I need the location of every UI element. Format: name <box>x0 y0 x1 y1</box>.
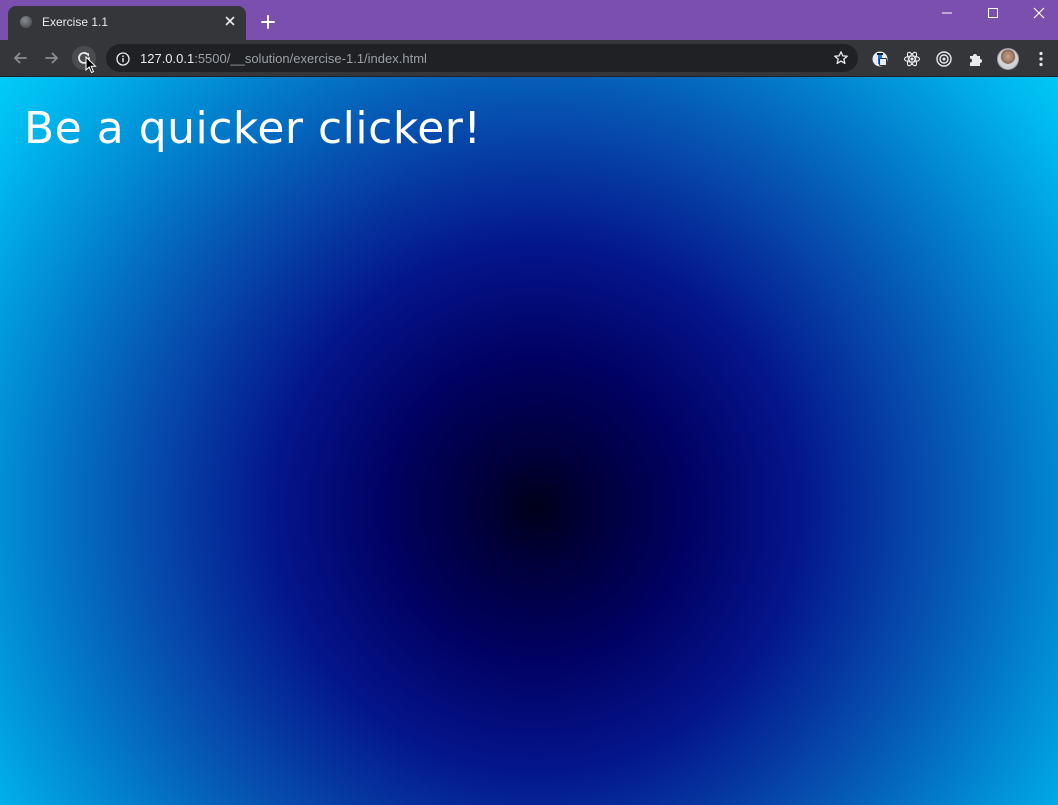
url-text[interactable]: 127.0.0.1:5500/__solution/exercise-1.1/i… <box>140 51 427 66</box>
maximize-button[interactable] <box>970 0 1016 26</box>
target-icon[interactable] <box>935 50 953 68</box>
page-title: Be a quicker clicker! <box>24 103 482 154</box>
info-icon[interactable] <box>116 51 130 66</box>
plus-icon[interactable] <box>258 12 278 32</box>
tab-active[interactable]: Exercise 1.1 <box>8 6 246 40</box>
url-path: :5500/__solution/exercise-1.1/index.html <box>194 51 427 66</box>
minimize-button[interactable] <box>924 0 970 26</box>
puzzle-icon[interactable] <box>967 50 985 68</box>
page-viewport: Be a quicker clicker! <box>0 77 1058 805</box>
mouse-cursor-icon <box>85 55 97 74</box>
react-devtools-icon[interactable] <box>903 50 921 68</box>
lighthouse-icon[interactable] <box>871 50 889 68</box>
browser-window: Exercise 1.1 127.0.0.1:5500/__solution/e… <box>0 0 1058 805</box>
window-close-button[interactable] <box>1016 0 1058 26</box>
arrow-right-icon[interactable] <box>40 46 64 70</box>
close-icon[interactable] <box>222 13 238 29</box>
globe-icon <box>20 16 32 28</box>
url-host: 127.0.0.1 <box>140 51 195 66</box>
browser-toolbar: 127.0.0.1:5500/__solution/exercise-1.1/i… <box>0 40 1058 77</box>
kebab-menu-icon[interactable] <box>1034 50 1048 68</box>
arrow-left-icon[interactable] <box>8 46 32 70</box>
tab-strip: Exercise 1.1 <box>0 0 1058 40</box>
tab-title: Exercise 1.1 <box>42 15 109 29</box>
star-icon[interactable] <box>833 50 849 66</box>
address-bar[interactable]: 127.0.0.1:5500/__solution/exercise-1.1/i… <box>106 44 858 72</box>
avatar[interactable] <box>997 48 1019 70</box>
